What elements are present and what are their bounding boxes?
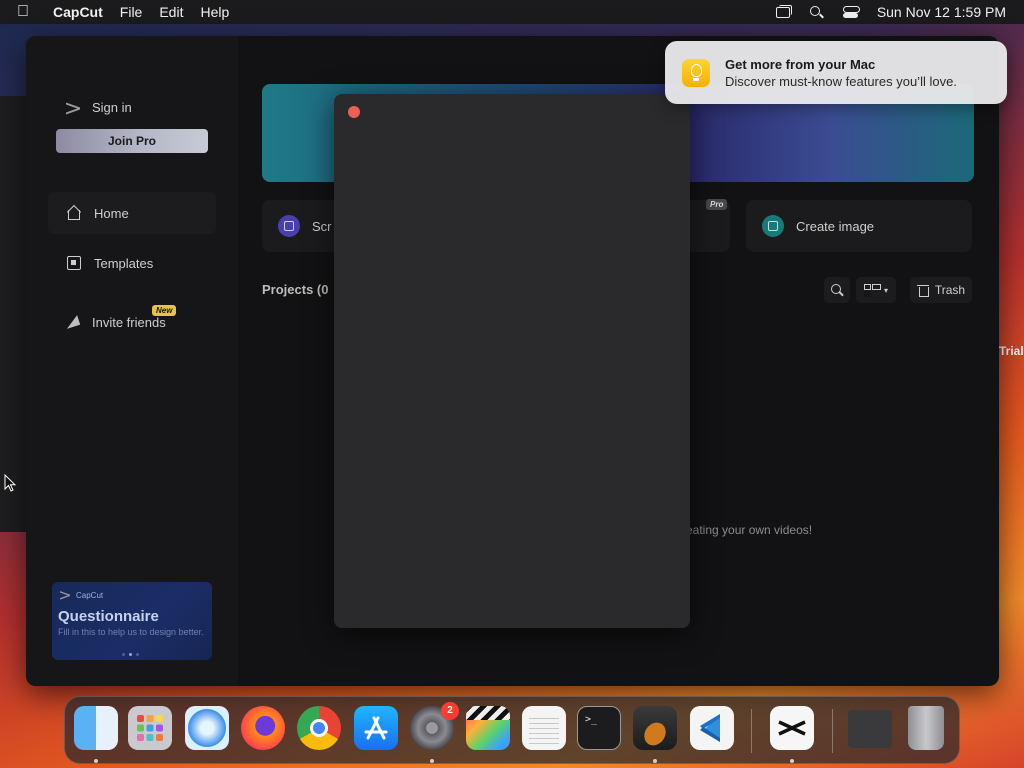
running-indicator — [94, 759, 98, 763]
dock-capcut-icon[interactable] — [770, 706, 814, 750]
sidebar-item-home[interactable]: Home — [48, 192, 216, 234]
screen-recorder-icon — [278, 215, 300, 237]
dock-screenshot-window-icon[interactable] — [848, 710, 892, 748]
sidebar-item-label: Templates — [94, 255, 154, 271]
dock-separator — [751, 709, 752, 753]
trash-icon — [916, 284, 929, 297]
sign-in-label: Sign in — [92, 100, 132, 115]
templates-icon — [66, 255, 82, 271]
notification-banner[interactable]: Get more from your Mac Discover must-kno… — [665, 41, 1007, 104]
running-indicator — [430, 759, 434, 763]
modal-close-button[interactable] — [348, 106, 360, 118]
questionnaire-brand: CapCut — [58, 590, 206, 600]
dock-garageband-icon[interactable] — [633, 706, 677, 750]
launchpad-grid-icon — [137, 715, 163, 741]
background-trial-text: Trial — [999, 344, 1024, 358]
tile-create-image[interactable]: Create image — [746, 200, 972, 252]
clapper-icon — [466, 706, 510, 720]
dock-textedit-icon[interactable] — [522, 706, 566, 750]
menu-app-name[interactable]: CapCut — [53, 4, 103, 20]
vscode-logo-icon — [700, 714, 720, 742]
dock: >_ — [64, 696, 960, 764]
sidebar: Sign in Join Pro Home Templates Invite f… — [26, 36, 238, 686]
menu-edit[interactable]: Edit — [159, 4, 183, 20]
trash-button[interactable]: Trash — [910, 277, 972, 303]
running-indicator — [790, 759, 794, 763]
new-badge: New — [152, 305, 177, 316]
modal-window — [334, 94, 690, 628]
dock-separator — [832, 709, 833, 753]
apple-menu-icon[interactable]:  — [17, 3, 37, 21]
grid-view-icon — [863, 284, 881, 296]
terminal-prompt-icon: >_ — [585, 714, 598, 725]
guitar-icon — [639, 718, 671, 750]
carousel-dot-active[interactable] — [129, 653, 132, 656]
lightbulb-icon — [682, 59, 710, 87]
search-icon — [830, 283, 844, 297]
dock-final-cut-pro-icon[interactable] — [466, 706, 510, 750]
carousel-dots[interactable] — [122, 653, 139, 656]
spotlight-search-icon[interactable] — [809, 5, 825, 19]
dock-safari-icon[interactable] — [185, 706, 229, 750]
app-store-a-icon — [364, 716, 388, 740]
dock-launchpad-icon[interactable] — [128, 706, 172, 750]
pro-badge: Pro — [706, 199, 728, 210]
chevron-down-icon: ▾ — [883, 285, 888, 295]
chrome-center-icon — [310, 719, 328, 737]
questionnaire-card[interactable]: CapCut Questionnaire Fill in this to hel… — [52, 582, 212, 660]
notification-count-badge: 2 — [441, 702, 459, 720]
menu-help[interactable]: Help — [200, 4, 229, 20]
create-image-icon — [762, 215, 784, 237]
sidebar-item-templates[interactable]: Templates — [48, 242, 216, 284]
dock-app-store-icon[interactable] — [354, 706, 398, 750]
tile-label: Scr — [312, 218, 332, 234]
join-pro-button[interactable]: Join Pro — [56, 129, 208, 153]
capcut-logo-icon — [66, 103, 80, 113]
carousel-dot[interactable] — [136, 653, 139, 656]
notification-title: Get more from your Mac — [725, 57, 876, 72]
menu-file[interactable]: File — [120, 4, 143, 20]
questionnaire-brand-label: CapCut — [76, 590, 104, 600]
dock-vscode-icon[interactable] — [690, 706, 734, 750]
view-toggle-button[interactable]: ▾ — [856, 277, 896, 303]
trash-label: Trash — [934, 283, 966, 297]
control-center-icon[interactable] — [842, 5, 860, 19]
dock-firefox-icon[interactable] — [241, 706, 285, 750]
projects-search-button[interactable] — [824, 277, 850, 303]
questionnaire-subtitle: Fill in this to help us to design better… — [58, 627, 204, 637]
projects-heading: Projects (0 — [262, 282, 329, 297]
notification-body: Discover must-know features you’ll love. — [725, 74, 957, 89]
invite-icon — [64, 314, 80, 330]
sidebar-item-invite-friends[interactable]: Invite friends — [46, 301, 214, 343]
running-indicator — [653, 759, 657, 763]
home-icon — [66, 205, 82, 221]
dock-finder-icon[interactable] — [74, 706, 118, 750]
capcut-logo-icon — [778, 720, 806, 736]
dock-trash-icon[interactable] — [908, 706, 944, 750]
carousel-dot[interactable] — [122, 653, 125, 656]
sidebar-item-label: Home — [94, 205, 129, 221]
dock-terminal-icon[interactable]: >_ — [577, 706, 621, 750]
sign-in-link[interactable]: Sign in — [66, 100, 132, 115]
screen-mirroring-icon[interactable] — [775, 5, 792, 19]
menu-clock[interactable]: Sun Nov 12 1:59 PM — [877, 4, 1006, 20]
dock-chrome-icon[interactable] — [297, 706, 341, 750]
sidebar-item-label: Invite friends — [92, 314, 166, 330]
text-lines-icon — [529, 714, 559, 744]
mouse-pointer-icon — [4, 474, 16, 492]
menu-bar-status: Sun Nov 12 1:59 PM — [775, 0, 1006, 24]
empty-projects-hint: eating your own videos! — [686, 523, 813, 537]
tile-label: Create image — [796, 218, 875, 234]
menu-bar:  CapCut File Edit Help Sun Nov 12 1:59 … — [0, 0, 1024, 24]
capcut-logo-icon — [60, 592, 70, 599]
questionnaire-title: Questionnaire — [58, 608, 159, 625]
